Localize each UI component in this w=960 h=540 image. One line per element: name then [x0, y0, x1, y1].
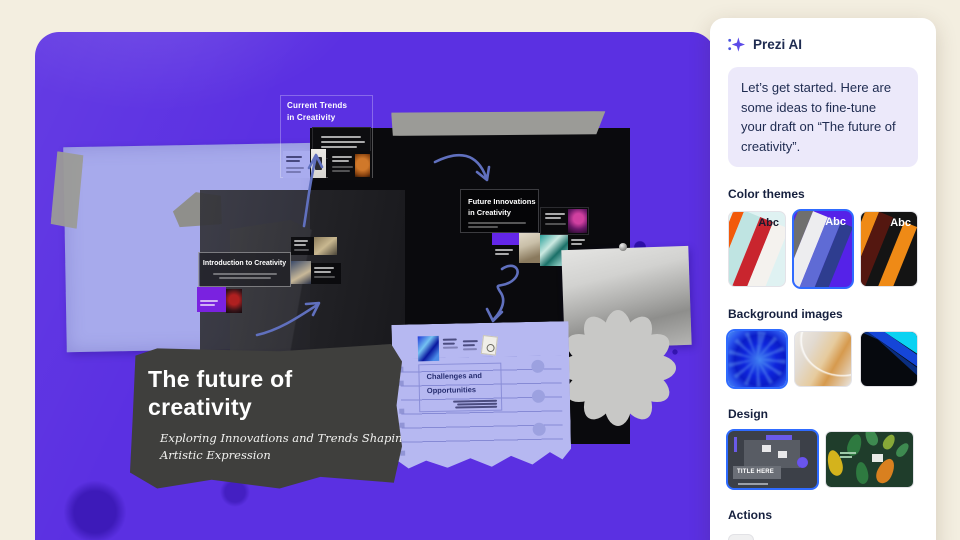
sparkle-icon	[728, 36, 745, 53]
definition-of-creativity-card[interactable]	[291, 237, 314, 255]
push-pin	[619, 243, 627, 251]
evolution-photo-thumb[interactable]	[226, 289, 242, 313]
future-innovations-line2: in Creativity	[468, 207, 538, 218]
introduction-title: Introduction to Creativity	[199, 260, 290, 267]
challenges-title-box[interactable]: Challenges and Opportunities	[418, 363, 502, 413]
ai-message-bubble: Let’s get started. Here are some ideas t…	[728, 67, 918, 167]
design-label: Design	[728, 407, 918, 421]
theme-abc-label: Abc	[758, 217, 779, 229]
notepad-margin-icon	[399, 409, 404, 414]
importance-of-creativity-card[interactable]	[311, 263, 341, 284]
update-prompt-action[interactable]: ✎ Update your prompt	[728, 534, 918, 540]
background-images-row	[728, 331, 918, 387]
design-row: TITLE HERE	[728, 431, 918, 488]
prezi-ai-screen: { "palette": { "page_bg": "#F3EEE0", "ca…	[0, 0, 960, 540]
challenges-line1: Challenges and	[426, 369, 500, 385]
presentation-subtitle: Exploring Innovations and Trends Shaping…	[160, 430, 410, 465]
orange-photo-thumb	[355, 154, 370, 177]
background-thumb-dark-geometric[interactable]	[860, 331, 918, 387]
theme-abc-label: Abc	[825, 216, 846, 228]
creative-disruption-card[interactable]	[492, 245, 519, 263]
magenta-photo-thumb	[568, 209, 587, 233]
notepad-margin-icon	[399, 423, 404, 428]
importance-photo-thumb[interactable]	[291, 261, 311, 284]
slide-current-trends-title: Current Trends in Creativity	[287, 100, 347, 124]
future-photo-thumb[interactable]	[519, 233, 540, 263]
notepad-margin-icon	[400, 451, 405, 456]
evolution-over-time-card[interactable]	[197, 287, 226, 312]
phone-photo-thumb[interactable]	[311, 149, 326, 178]
design-thumb-dark-collage[interactable]: TITLE HERE	[728, 431, 817, 488]
ai-machine-learning-card[interactable]	[540, 207, 589, 235]
presentation-title: The future of creativity	[148, 366, 358, 421]
challenges-line2: Opportunities	[427, 383, 501, 399]
panel-header: Prezi AI	[728, 36, 918, 53]
notepad-blue-photo	[418, 336, 440, 361]
flower-sticker[interactable]	[560, 310, 676, 426]
challenges-notepad[interactable]: Challenges and Opportunities	[391, 321, 571, 475]
impact-social-media-card[interactable]	[283, 151, 310, 178]
theme-card-light[interactable]: Abc	[728, 211, 786, 287]
background-thumb-beige-abstract[interactable]	[794, 331, 852, 387]
current-trends-line1: Current Trends	[287, 100, 347, 112]
definition-photo-thumb[interactable]	[314, 237, 337, 255]
title-slide[interactable]: The future of creativity Exploring Innov…	[130, 344, 402, 490]
background-thumb-blue-flower[interactable]	[728, 331, 786, 387]
pencil-icon: ✎	[728, 534, 754, 540]
purple-accent-block	[492, 233, 519, 245]
leaf-design-card	[872, 454, 883, 462]
theme-card-dark[interactable]: Abc	[860, 211, 918, 287]
theme-card-purple[interactable]: Abc	[794, 211, 852, 287]
slide-future-innovations[interactable]: Future Innovations in Creativity	[460, 189, 539, 233]
purple-flower-dot	[797, 457, 808, 468]
slide-introduction[interactable]: Introduction to Creativity	[198, 252, 291, 287]
prezi-ai-panel: Prezi AI Let’s get started. Here are som…	[710, 18, 936, 540]
design-thumb-green-leaves[interactable]	[825, 431, 914, 488]
notepad-stamp	[481, 335, 498, 356]
current-trends-line2: in Creativity	[287, 112, 347, 124]
background-images-label: Background images	[728, 307, 918, 321]
future-innovations-line1: Future Innovations	[468, 196, 538, 207]
actions-label: Actions	[728, 508, 918, 522]
design-title-placeholder: TITLE HERE	[737, 469, 774, 475]
theme-abc-label: Abc	[890, 217, 911, 229]
presentation-canvas[interactable]: Current Trends in Creativity Introductio…	[35, 32, 715, 540]
tape-piece-top	[389, 109, 606, 138]
color-themes-label: Color themes	[728, 187, 918, 201]
color-themes-row: Abc Abc Abc	[728, 211, 918, 287]
phone-graphic	[315, 157, 322, 170]
panel-title: Prezi AI	[753, 37, 802, 52]
trends-tech-card[interactable]	[328, 151, 372, 180]
